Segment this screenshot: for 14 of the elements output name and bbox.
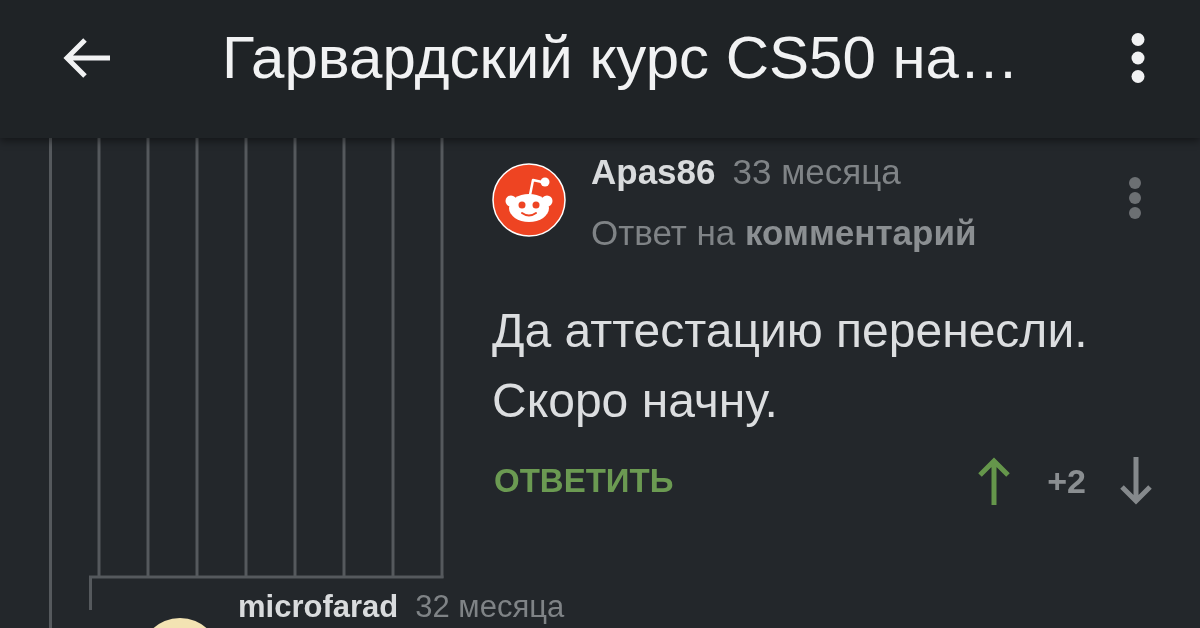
comment-age: 32 месяца	[415, 592, 565, 622]
page-title: Гарвардский курс CS50 на…	[222, 23, 1020, 93]
upvote-button[interactable]	[977, 457, 1012, 505]
back-button[interactable]	[62, 37, 110, 79]
username[interactable]: Apas86	[591, 150, 716, 194]
downvote-button[interactable]	[1119, 457, 1153, 505]
username[interactable]: microfarad	[238, 592, 399, 622]
reply-button[interactable]: ОТВЕТИТЬ	[494, 462, 674, 500]
vote-score: +2	[1047, 461, 1086, 501]
reply-context: Ответ на комментарий	[591, 212, 978, 254]
comment-age: 33 месяца	[732, 151, 901, 193]
alien-avatar-icon	[492, 163, 566, 237]
comment-text: Да аттестацию перенесли. Скоро начну.	[492, 303, 1089, 429]
more-options-button[interactable]	[1131, 33, 1145, 83]
